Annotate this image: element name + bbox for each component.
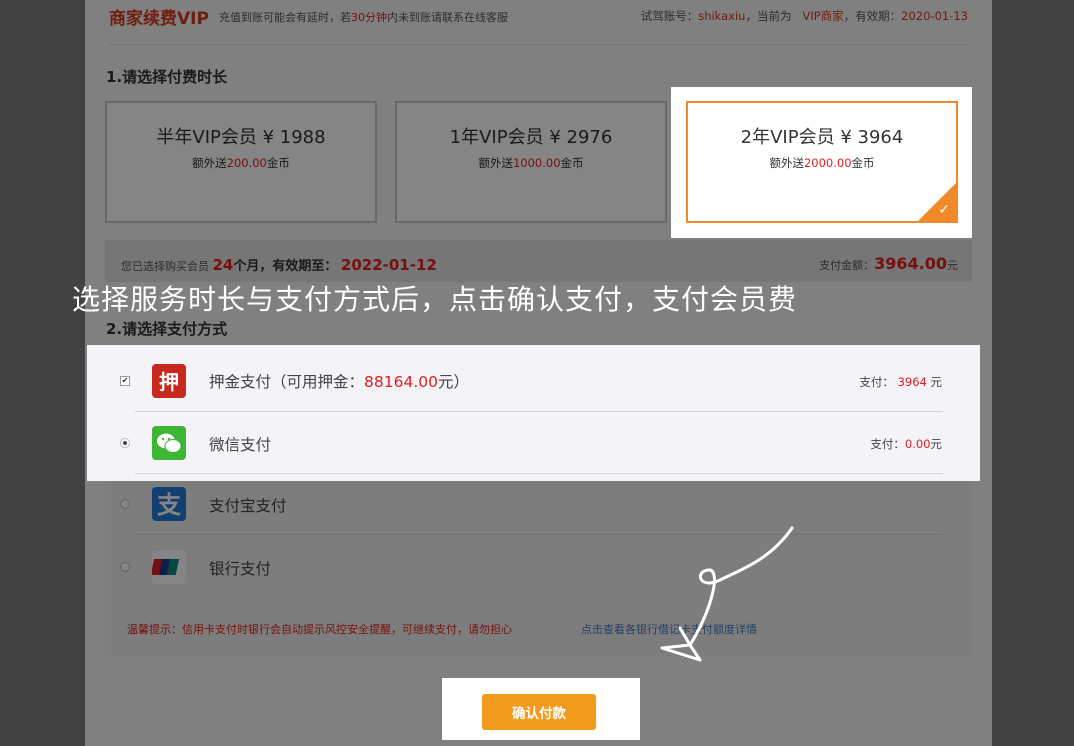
wechat-icon [152,426,186,460]
summary-total: 支付金额：3964.00元 [819,254,958,273]
plan-name: 2年VIP会员 ¥ 3964 [740,127,904,148]
row-divider [135,534,943,535]
plan-bonus: 额外送2000.00金币 [769,156,875,170]
checkmark-icon: ✓ [938,202,950,218]
alipay-icon: 支 [152,487,186,521]
tutorial-caption: 选择服务时长与支付方式后，点击确认支付，支付会员费 [72,283,798,316]
payment-deposit[interactable]: ✔ 押 押金支付（可用押金：88164.00元） 支付： 3964 元 [105,350,972,412]
highlight-selected-plan: 2年VIP会员 ¥ 3964 额外送2000.00金币 ✓ [671,87,972,238]
alipay-radio[interactable] [120,499,130,509]
recharge-notice: 充值到账可能会有延时，若30分钟内未到账请联系在线客服 [219,11,508,24]
deposit-checkbox[interactable]: ✔ [120,376,130,386]
confirm-pay-button[interactable]: 确认付款 [482,694,596,730]
payment-alipay[interactable]: 支 支付宝支付 [105,473,972,535]
deposit-label: 押金支付（可用押金：88164.00元） [209,373,469,391]
wechat-label: 微信支付 [209,436,272,454]
payment-wechat[interactable]: 微信支付 支付：0.00元 [105,412,972,474]
deposit-icon: 押 [152,364,186,398]
plan-name: 1年VIP会员 ¥ 2976 [449,127,613,148]
alipay-label: 支付宝支付 [209,497,287,515]
deposit-amount: 支付： 3964 元 [859,375,942,389]
selected-corner [918,183,956,221]
svg-text:押: 押 [159,370,179,394]
plan-bonus: 额外送1000.00金币 [478,156,584,170]
selection-summary: 您已选择购买会员 24个月，有效期至： 2022-01-12 支付金额：3964… [105,240,972,282]
row-divider [135,473,943,474]
plan-name: 半年VIP会员 ¥ 1988 [156,127,326,148]
page-title: 商家续费VIP [109,9,209,29]
wechat-amount: 支付：0.00元 [870,437,942,451]
bank-label: 银行支付 [209,560,272,578]
expiry-date: 2020-01-13 [901,9,968,23]
highlight-payment-methods: ✔ 押 押金支付（可用押金：88164.00元） 支付： 3964 元 微信支付… [87,345,980,481]
bank-radio[interactable] [120,562,130,572]
plan-half-year[interactable]: 半年VIP会员 ¥ 1988 额外送200.00金币 [105,101,377,223]
header-divider [109,44,969,45]
account-name: shikaxiu [698,9,746,23]
plan-bonus: 额外送200.00金币 [192,156,290,170]
svg-text:支: 支 [157,491,182,519]
plan-two-year[interactable]: 2年VIP会员 ¥ 3964 额外送2000.00金币 ✓ [686,101,958,223]
account-info: 试驾账号：shikaxiu，当前为 VIP商家，有效期：2020-01-13 [640,9,968,23]
section-payment-title: 2.请选择支付方式 [106,320,228,338]
credit-card-tip: 温馨提示：信用卡支付时银行会自动提示风控安全提醒，可继续支付，请勿担心 [127,623,512,636]
wechat-radio[interactable] [120,438,130,448]
payment-bank[interactable]: 银行支付 [105,536,972,598]
member-level: VIP商家 [802,9,844,23]
unionpay-icon [150,550,186,584]
highlight-confirm: 确认付款 [442,678,640,740]
summary-date: 2022-01-12 [340,256,437,274]
hand-drawn-arrow-icon [660,526,794,662]
summary-left: 您已选择购买会员 24个月，有效期至： 2022-01-12 [121,256,437,274]
plan-one-year[interactable]: 1年VIP会员 ¥ 2976 额外送1000.00金币 [395,101,667,223]
section-duration-title: 1.请选择付费时长 [106,68,228,86]
